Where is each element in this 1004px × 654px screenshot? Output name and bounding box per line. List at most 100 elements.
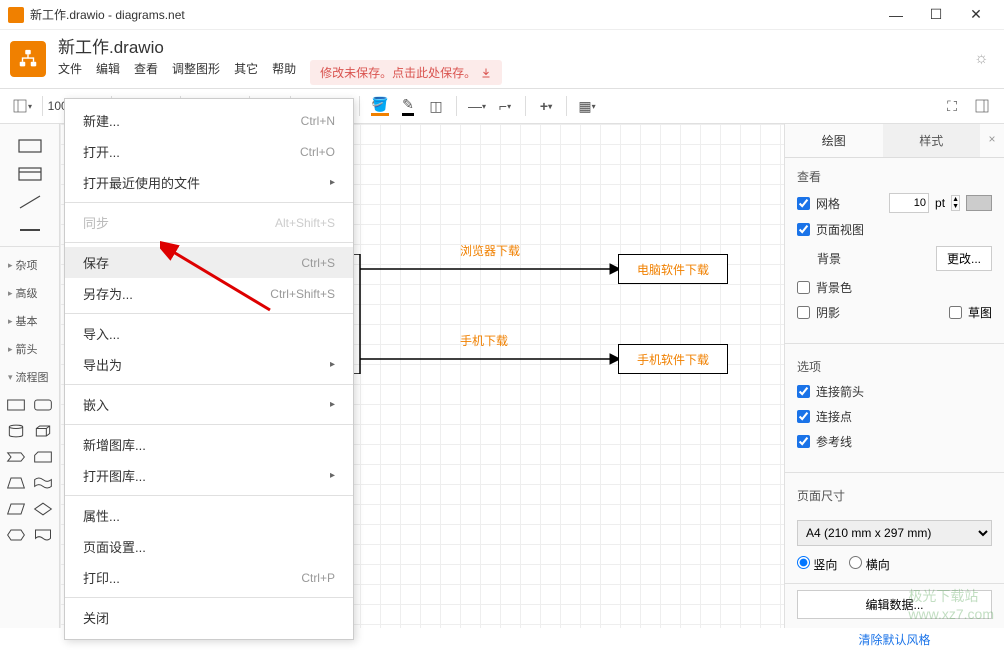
arrow-checkbox[interactable] — [797, 385, 810, 398]
bgcolor-label: 背景色 — [816, 279, 992, 296]
menu-embed[interactable]: 嵌入▸ — [65, 389, 353, 420]
menu-file[interactable]: 文件 — [58, 60, 82, 85]
flowchart-cylinder-icon[interactable] — [4, 419, 29, 443]
header: 新工作.drawio 文件 编辑 查看 调整图形 其它 帮助 修改未保存。点击此… — [0, 30, 1004, 88]
tab-style[interactable]: 样式 — [883, 124, 981, 157]
logo-icon — [10, 41, 46, 77]
line-color-icon[interactable]: ✎ — [396, 94, 420, 118]
menu-new[interactable]: 新建...Ctrl+N — [65, 105, 353, 136]
menu-extras[interactable]: 其它 — [234, 60, 258, 85]
shape-header-rect-icon[interactable] — [6, 162, 53, 186]
grid-size-input[interactable] — [889, 193, 929, 213]
file-name: 新工作.drawio — [58, 33, 974, 58]
flowchart-card-icon[interactable] — [31, 445, 56, 469]
menu-pagesetup[interactable]: 页面设置... — [65, 531, 353, 562]
menu-sync: 同步Alt+Shift+S — [65, 207, 353, 238]
pageview-checkbox[interactable] — [797, 223, 810, 236]
titlebar: 新工作.drawio - diagrams.net — ☐ ✕ — [0, 0, 1004, 30]
window-title: 新工作.drawio - diagrams.net — [30, 6, 876, 23]
menu-props[interactable]: 属性... — [65, 500, 353, 531]
sidebar-toggle-icon[interactable]: ▾ — [10, 94, 34, 118]
section-options-title: 选项 — [797, 358, 992, 375]
grid-stepper-icon[interactable]: ▲▼ — [951, 195, 960, 211]
app-icon — [8, 7, 24, 23]
shape-cat-misc[interactable]: 杂项 — [0, 251, 59, 279]
flowchart-trapezoid-icon[interactable] — [4, 471, 29, 495]
tab-diagram[interactable]: 绘图 — [785, 124, 883, 157]
menubar: 文件 编辑 查看 调整图形 其它 帮助 修改未保存。点击此处保存。 — [58, 60, 974, 85]
points-checkbox[interactable] — [797, 410, 810, 423]
fill-color-icon[interactable]: 🪣 — [368, 94, 392, 118]
shadow-icon[interactable]: ◫ — [424, 94, 448, 118]
insert-icon[interactable]: +▾ — [534, 94, 558, 118]
node-mobile-download[interactable]: 手机软件下载 — [618, 344, 728, 374]
shape-hline-icon[interactable] — [6, 218, 53, 242]
shape-cat-arrow[interactable]: 箭头 — [0, 335, 59, 363]
shape-cat-flowchart[interactable]: 流程图 — [0, 363, 59, 391]
guides-checkbox[interactable] — [797, 435, 810, 448]
portrait-radio[interactable]: 竖向 — [797, 556, 837, 573]
background-label: 背景 — [817, 250, 930, 267]
menu-open[interactable]: 打开...Ctrl+O — [65, 136, 353, 167]
section-view-title: 查看 — [797, 168, 992, 185]
arrow-to-box2[interactable] — [360, 344, 620, 374]
pageview-label: 页面视图 — [816, 221, 992, 238]
unsaved-banner[interactable]: 修改未保存。点击此处保存。 — [310, 60, 502, 85]
grid-checkbox[interactable] — [797, 197, 810, 210]
shape-cat-basic[interactable]: 基本 — [0, 307, 59, 335]
section-pagesize-title: 页面尺寸 — [797, 487, 992, 504]
shadow-checkbox[interactable] — [797, 306, 810, 319]
close-panel-icon[interactable]: × — [980, 124, 1004, 157]
points-label: 连接点 — [816, 408, 992, 425]
minimize-button[interactable]: — — [876, 0, 916, 30]
menu-help[interactable]: 帮助 — [272, 60, 296, 85]
change-bg-button[interactable]: 更改... — [936, 246, 992, 271]
menu-recent[interactable]: 打开最近使用的文件▸ — [65, 167, 353, 198]
fullscreen-icon[interactable]: ⛶ — [940, 94, 964, 118]
menu-newlib[interactable]: 新增图库... — [65, 429, 353, 460]
flowchart-step-icon[interactable] — [4, 445, 29, 469]
flowchart-document-icon[interactable] — [31, 523, 56, 547]
format-panel-toggle-icon[interactable] — [970, 94, 994, 118]
close-button[interactable]: ✕ — [956, 0, 996, 30]
sketch-checkbox[interactable] — [949, 306, 962, 319]
menu-view[interactable]: 查看 — [134, 60, 158, 85]
theme-toggle-icon[interactable]: ☼ — [974, 50, 994, 68]
table-icon[interactable]: ▦▾ — [575, 94, 599, 118]
flowchart-rect-icon[interactable] — [4, 393, 29, 417]
format-panel: 绘图 样式 × 查看 网格 pt ▲▼ 页面视图 背景 更改... — [784, 124, 1004, 628]
menu-edit[interactable]: 编辑 — [96, 60, 120, 85]
menu-import[interactable]: 导入... — [65, 318, 353, 349]
menu-close[interactable]: 关闭 — [65, 602, 353, 633]
file-dropdown: 新建...Ctrl+N 打开...Ctrl+O 打开最近使用的文件▸ 同步Alt… — [64, 98, 354, 640]
flowchart-decision-icon[interactable] — [31, 497, 56, 521]
node-pc-download[interactable]: 电脑软件下载 — [618, 254, 728, 284]
maximize-button[interactable]: ☐ — [916, 0, 956, 30]
flowchart-parallelogram-icon[interactable] — [4, 497, 29, 521]
reset-style-link[interactable]: 清除默认风格 — [785, 625, 1004, 654]
menu-openlib[interactable]: 打开图库...▸ — [65, 460, 353, 491]
menu-export[interactable]: 导出为▸ — [65, 349, 353, 380]
shape-rect-icon[interactable] — [6, 134, 53, 158]
shape-line-icon[interactable] — [6, 190, 53, 214]
menu-saveas[interactable]: 另存为...Ctrl+Shift+S — [65, 278, 353, 309]
menu-arrange[interactable]: 调整图形 — [172, 60, 220, 85]
flowchart-roundrect-icon[interactable] — [31, 393, 56, 417]
connection-icon[interactable]: —▾ — [465, 94, 489, 118]
sketch-label: 草图 — [968, 304, 992, 321]
arrow-to-box1[interactable] — [360, 254, 620, 284]
menu-save[interactable]: 保存Ctrl+S — [65, 247, 353, 278]
flowchart-cube-icon[interactable] — [31, 419, 56, 443]
shape-cat-advanced[interactable]: 高级 — [0, 279, 59, 307]
menu-print[interactable]: 打印...Ctrl+P — [65, 562, 353, 593]
bgcolor-checkbox[interactable] — [797, 281, 810, 294]
flowchart-tape-icon[interactable] — [31, 471, 56, 495]
shadow-label: 阴影 — [816, 304, 943, 321]
guides-label: 参考线 — [816, 433, 992, 450]
landscape-radio[interactable]: 横向 — [849, 556, 889, 573]
grid-color-swatch[interactable] — [966, 195, 992, 211]
watermark: 极光下载站www.xz7.com — [908, 586, 994, 622]
flowchart-hexagon-icon[interactable] — [4, 523, 29, 547]
waypoints-icon[interactable]: ⌐▾ — [493, 94, 517, 118]
pagesize-select[interactable]: A4 (210 mm x 297 mm) — [797, 520, 992, 546]
